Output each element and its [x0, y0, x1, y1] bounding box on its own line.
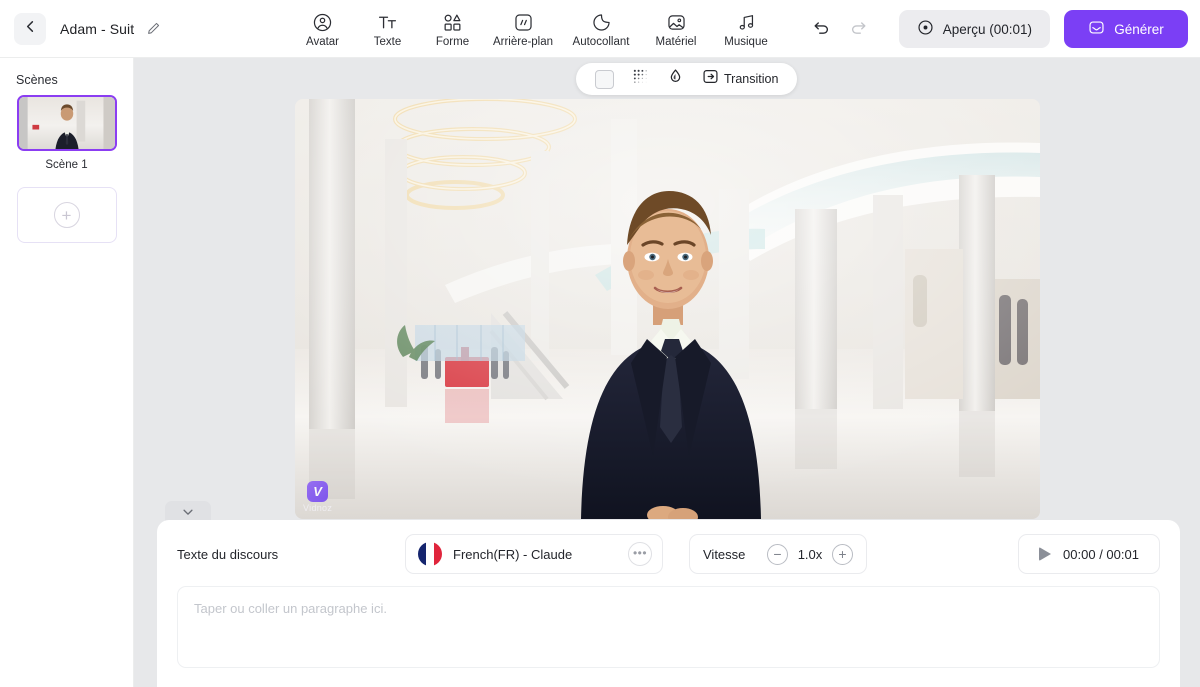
- tool-label: Avatar: [305, 36, 340, 48]
- generate-button[interactable]: Générer: [1064, 10, 1188, 48]
- scene-thumbnail-1[interactable]: [16, 95, 117, 151]
- tool-forme[interactable]: Forme: [420, 9, 485, 48]
- shapes-grid-icon: [442, 11, 463, 33]
- timecode-text: 00:00 / 00:01: [1063, 546, 1139, 562]
- tool-materiel[interactable]: Matériel: [641, 9, 711, 48]
- scene-label-1: Scène 1: [45, 159, 88, 171]
- app-root: Adam - Suit Avatar Texte Forme Arrière-p…: [0, 0, 1200, 687]
- speed-label: Vitesse: [703, 546, 746, 562]
- tool-label: Musique: [724, 36, 768, 48]
- pencil-edit-icon[interactable]: [146, 21, 161, 36]
- speed-value: 1.0x: [797, 546, 823, 562]
- playback-timecode[interactable]: 00:00 / 00:01: [1018, 534, 1160, 574]
- header-left-group: Adam - Suit: [0, 12, 290, 45]
- speed-increase-button[interactable]: +: [832, 543, 853, 565]
- voice-name: French(FR) - Claude: [453, 546, 573, 562]
- redo-arrow-icon: [849, 17, 869, 42]
- script-controls-row: Texte du discours French(FR) - Claude ••…: [177, 534, 1160, 574]
- voice-selector[interactable]: French(FR) - Claude •••: [405, 534, 663, 574]
- header-right-group: Aperçu (00:01) Générer: [809, 0, 1188, 58]
- transition-button[interactable]: Transition: [693, 63, 787, 95]
- tool-label: Arrière-plan: [492, 36, 554, 48]
- dither-pattern-button[interactable]: [623, 63, 658, 95]
- tool-label: Matériel: [655, 36, 697, 48]
- transition-label: Transition: [724, 72, 779, 86]
- avatar-person-circle-icon: [312, 11, 333, 33]
- vidnoz-v-logo: V: [307, 481, 329, 502]
- blur-droplet-button[interactable]: [658, 63, 693, 95]
- redo-button[interactable]: [847, 17, 871, 41]
- tool-label: Texte: [373, 36, 402, 48]
- vidnoz-watermark: V Vidnoz: [303, 481, 332, 513]
- video-canvas[interactable]: V Vidnoz: [295, 99, 1040, 519]
- image-media-icon: [666, 11, 687, 33]
- water-droplet-blur-icon: [667, 68, 684, 90]
- scenes-title: Scènes: [16, 73, 58, 87]
- sticker-circle-icon: [591, 11, 612, 33]
- background-square-slash-icon: [513, 11, 534, 33]
- text-tt-icon: [377, 11, 398, 33]
- scenes-sidebar: Scènes Scène 1 +: [0, 58, 134, 687]
- undo-arrow-icon: [811, 17, 831, 42]
- script-panel: Texte du discours French(FR) - Claude ••…: [157, 520, 1180, 687]
- back-button[interactable]: [14, 12, 46, 45]
- undo-button[interactable]: [809, 17, 833, 41]
- toolbar-tools: Avatar Texte Forme Arrière-plan Autocoll…: [290, 9, 781, 48]
- script-input[interactable]: [177, 586, 1160, 668]
- music-notes-icon: [736, 11, 757, 33]
- tool-arriere-plan[interactable]: Arrière-plan: [485, 9, 561, 48]
- add-scene-button[interactable]: +: [16, 187, 117, 243]
- plus-circle-icon: +: [53, 202, 80, 228]
- color-swatch-icon: [595, 69, 614, 89]
- app-header: Adam - Suit Avatar Texte Forme Arrière-p…: [0, 0, 1200, 58]
- fr-flag-icon: [418, 542, 442, 566]
- preview-button[interactable]: Aperçu (00:01): [898, 10, 1050, 48]
- speed-control: Vitesse − 1.0x +: [689, 534, 867, 574]
- tool-avatar[interactable]: Avatar: [290, 9, 355, 48]
- tool-label: Autocollant: [572, 36, 630, 48]
- play-circle-icon: [917, 19, 934, 39]
- generate-button-label: Générer: [1114, 21, 1164, 37]
- speed-decrease-button[interactable]: −: [767, 543, 788, 565]
- play-triangle-icon[interactable]: [1039, 547, 1052, 561]
- preview-button-label: Aperçu (00:01): [942, 21, 1032, 37]
- project-title: Adam - Suit: [60, 20, 135, 37]
- vidnoz-watermark-text: Vidnoz: [303, 503, 333, 513]
- dither-pattern-icon: [632, 68, 649, 90]
- transition-arrow-icon: [702, 68, 719, 90]
- script-panel-label: Texte du discours: [177, 546, 279, 562]
- undo-redo-group: [809, 17, 871, 41]
- voice-more-options-button[interactable]: •••: [628, 542, 652, 566]
- tool-musique[interactable]: Musique: [711, 9, 781, 48]
- chevron-left-icon: [23, 19, 38, 39]
- tool-autocollant[interactable]: Autocollant: [561, 9, 641, 48]
- scene-thumbnail-image: [18, 97, 115, 149]
- tool-texte[interactable]: Texte: [355, 9, 420, 48]
- canvas-scene-image: [295, 99, 1040, 519]
- canvas-float-toolbar: Transition: [576, 63, 798, 95]
- color-swatch-button[interactable]: [586, 63, 623, 95]
- magic-generate-icon: [1088, 19, 1105, 39]
- tool-label: Forme: [435, 36, 470, 48]
